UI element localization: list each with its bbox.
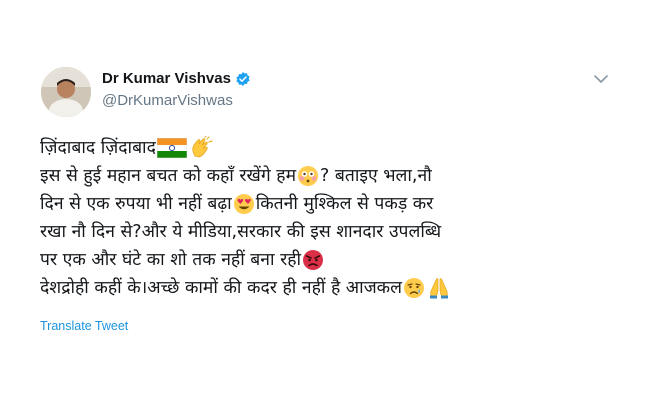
tweet-line: इस से हुई महान बचत को कहाँ रखेंगे हम ? ब… xyxy=(40,162,630,190)
tweet-text-segment: इस से हुई महान बचत को कहाँ रखेंगे हम xyxy=(40,166,297,186)
tweet-text-segment: देशद्रोही कहीं के।अच्छे कामों की कदर ही … xyxy=(40,278,402,298)
tweet-text-segment: ? बताइए भला,नौ xyxy=(320,166,432,186)
tweet-text-segment: ज़िंदाबाद ज़िंदाबाद xyxy=(40,138,156,158)
heart-eyes-face-icon xyxy=(233,193,255,215)
angry-face-icon xyxy=(302,249,324,271)
avatar-photo xyxy=(41,67,91,117)
tweet-text-segment: दिन से एक रुपया भी नहीं बढ़ा xyxy=(40,194,232,214)
tweet-text: ज़िंदाबाद ज़िंदाबाद इस से हुई महान बचत क… xyxy=(40,134,630,302)
translate-tweet-link[interactable]: Translate Tweet xyxy=(40,319,128,333)
tweet-line: पर एक और घंटे का शो तक नहीं बना रही xyxy=(40,246,630,274)
verified-badge-icon xyxy=(236,71,250,86)
folded-hands-icon xyxy=(427,276,451,300)
clapping-hands-icon xyxy=(189,136,213,160)
tweet-text-segment: कितनी मुश्किल से पकड़ कर xyxy=(255,194,434,214)
author-name-row: Dr Kumar Vishvas xyxy=(102,70,251,87)
tweet-text-segment: पर एक और घंटे का शो तक नहीं बना रही xyxy=(40,250,302,270)
author-name[interactable]: Dr Kumar Vishvas xyxy=(102,70,231,87)
flushed-face-icon xyxy=(297,165,319,187)
tweet-card: Dr Kumar Vishvas @DrKumarVishwas ज़िंदाब… xyxy=(0,0,650,400)
tweet-line: ज़िंदाबाद ज़िंदाबाद xyxy=(40,134,630,162)
tweet-text-segment: रखा नौ दिन से?और ये मीडिया,सरकार की इस श… xyxy=(40,222,442,242)
tweet-line: देशद्रोही कहीं के।अच्छे कामों की कदर ही … xyxy=(40,274,630,302)
author-handle[interactable]: @DrKumarVishwas xyxy=(102,92,233,109)
avatar[interactable] xyxy=(41,67,91,117)
tweet-line: दिन से एक रुपया भी नहीं बढ़ा कितनी मुश्क… xyxy=(40,190,630,218)
crying-face-icon xyxy=(403,277,425,299)
chevron-down-icon[interactable] xyxy=(592,70,610,88)
india-flag-icon xyxy=(156,138,187,158)
tweet-line: रखा नौ दिन से?और ये मीडिया,सरकार की इस श… xyxy=(40,218,630,246)
